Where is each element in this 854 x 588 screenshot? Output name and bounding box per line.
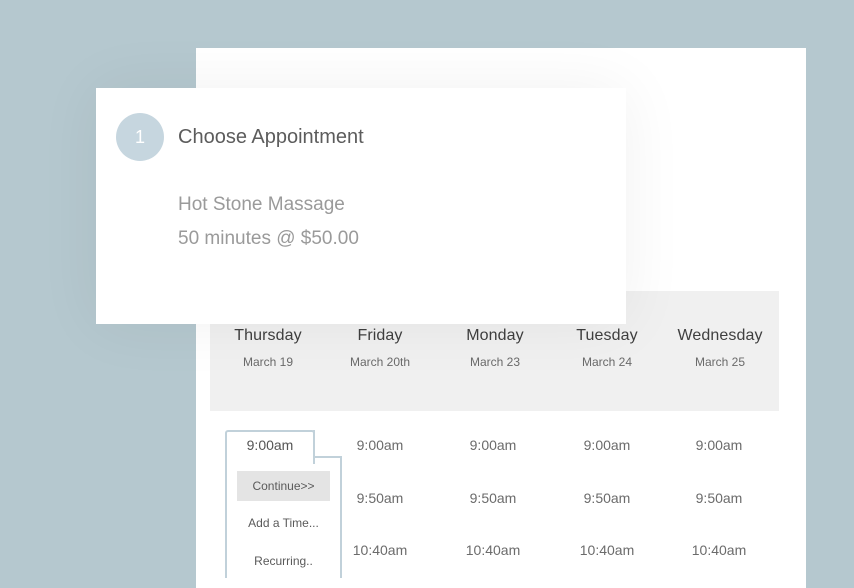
time-slot[interactable]: 9:50am xyxy=(323,490,437,506)
time-slot[interactable]: 10:40am xyxy=(436,542,550,558)
recurring-button[interactable]: Recurring.. xyxy=(237,546,330,576)
service-details: 50 minutes @ $50.00 xyxy=(178,228,359,249)
selected-time-slot[interactable]: 9:00am xyxy=(225,437,315,453)
day-column-thursday[interactable]: Thursday March 19 xyxy=(211,327,325,369)
time-slot[interactable]: 10:40am xyxy=(323,542,437,558)
time-slot[interactable]: 9:50am xyxy=(550,490,664,506)
time-slot[interactable]: 9:00am xyxy=(662,437,776,453)
time-slot[interactable]: 9:50am xyxy=(662,490,776,506)
day-date: March 24 xyxy=(581,355,633,369)
time-slot[interactable]: 10:40am xyxy=(550,542,664,558)
day-date: March 23 xyxy=(469,355,521,369)
time-slot[interactable]: 9:00am xyxy=(436,437,550,453)
time-slot[interactable]: 9:50am xyxy=(436,490,550,506)
day-name: Wednesday xyxy=(677,327,763,344)
appointment-summary-card: 1 Choose Appointment Hot Stone Massage 5… xyxy=(96,88,626,324)
day-name: Tuesday xyxy=(576,327,638,344)
panel-border xyxy=(313,456,342,458)
day-date: March 25 xyxy=(694,355,746,369)
day-column-monday[interactable]: Monday March 23 xyxy=(438,327,552,369)
service-name: Hot Stone Massage xyxy=(178,194,345,215)
continue-button[interactable]: Continue>> xyxy=(237,471,330,501)
day-date: March 19 xyxy=(242,355,294,369)
time-slot[interactable]: 9:00am xyxy=(550,437,664,453)
time-slot[interactable]: 9:00am xyxy=(323,437,437,453)
day-name: Monday xyxy=(466,327,524,344)
step-title: Choose Appointment xyxy=(178,126,364,148)
day-column-friday[interactable]: Friday March 20th xyxy=(323,327,437,369)
day-name: Thursday xyxy=(234,327,302,344)
day-column-wednesday[interactable]: Wednesday March 25 xyxy=(663,327,777,369)
day-name: Friday xyxy=(357,327,403,344)
add-time-button[interactable]: Add a Time... xyxy=(237,508,330,538)
day-date: March 20th xyxy=(349,355,411,369)
day-column-tuesday[interactable]: Tuesday March 24 xyxy=(550,327,664,369)
time-slot[interactable]: 10:40am xyxy=(662,542,776,558)
step-number-badge: 1 xyxy=(116,113,164,161)
